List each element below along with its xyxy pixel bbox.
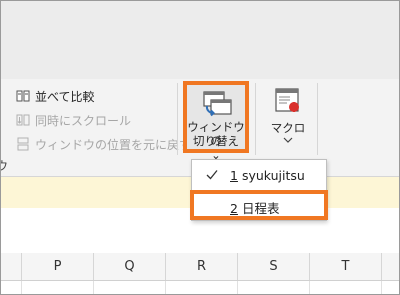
tab-bar bbox=[1, 1, 399, 79]
grid-column bbox=[166, 281, 238, 294]
window-name: syukujitsu bbox=[241, 168, 305, 183]
switch-windows-icon bbox=[203, 91, 232, 117]
view-side-by-side-button[interactable]: 並べて比較 bbox=[15, 87, 95, 105]
grid-column bbox=[22, 281, 94, 294]
checkmark-icon bbox=[206, 170, 218, 180]
ribbon-group-divider bbox=[317, 83, 318, 155]
reset-window-position-label: ウィンドウの位置を元に戻す bbox=[35, 137, 192, 152]
sheet-grid[interactable] bbox=[1, 281, 399, 294]
column-header-s[interactable]: S bbox=[238, 253, 310, 280]
macros-button[interactable]: マクロ bbox=[263, 83, 313, 153]
grid-column bbox=[310, 281, 382, 294]
column-header-q[interactable]: Q bbox=[94, 253, 166, 280]
column-header-t[interactable]: T bbox=[310, 253, 382, 280]
switch-windows-label-line2: 切り替え ⌄ bbox=[187, 134, 245, 162]
column-header-p[interactable]: P bbox=[22, 253, 94, 280]
grid-column bbox=[94, 281, 166, 294]
synchronous-scrolling-button[interactable]: 同時にスクロール bbox=[15, 111, 131, 129]
excel-window: 並べて比較 同時にスクロール ウィンドウの位置を元に戻す ウィンドウの 切り替え… bbox=[0, 0, 400, 295]
column-header-edge bbox=[1, 253, 22, 280]
synchronous-scrolling-label: 同時にスクロール bbox=[35, 113, 132, 128]
window-list-item-text: 1 syukujitsu bbox=[230, 168, 305, 183]
window-name: 日程表 bbox=[241, 201, 280, 216]
window-list-item-highlighted[interactable]: 2 日程表 bbox=[190, 190, 328, 220]
chevron-down-icon bbox=[283, 137, 293, 143]
window-number: 1 bbox=[230, 168, 238, 183]
reset-window-icon bbox=[17, 137, 29, 151]
grid-column bbox=[1, 281, 22, 294]
window-number: 2 bbox=[230, 201, 238, 216]
reset-window-position-button[interactable]: ウィンドウの位置を元に戻す bbox=[15, 135, 191, 153]
grid-column bbox=[238, 281, 310, 294]
side-by-side-icon bbox=[16, 90, 30, 102]
ribbon-group-divider bbox=[255, 83, 256, 155]
switch-windows-button[interactable]: ウィンドウの 切り替え ⌄ bbox=[183, 81, 249, 162]
macro-icon bbox=[275, 88, 299, 112]
column-header-row: P Q R S T bbox=[1, 253, 399, 281]
ribbon-group-divider bbox=[177, 83, 178, 155]
window-list-item[interactable]: 1 syukujitsu bbox=[192, 162, 326, 188]
column-header-r[interactable]: R bbox=[166, 253, 238, 280]
macros-label: マクロ bbox=[270, 121, 306, 135]
view-side-by-side-label: 並べて比較 bbox=[35, 89, 95, 104]
switch-windows-label-text: 切り替え bbox=[193, 134, 239, 148]
window-list-item-text: 2 日程表 bbox=[230, 198, 279, 217]
switch-windows-dropdown: 1 syukujitsu 2 日程表 bbox=[190, 159, 328, 221]
sync-scroll-icon bbox=[16, 114, 30, 126]
partial-ribbon-text: ウ bbox=[1, 157, 8, 174]
